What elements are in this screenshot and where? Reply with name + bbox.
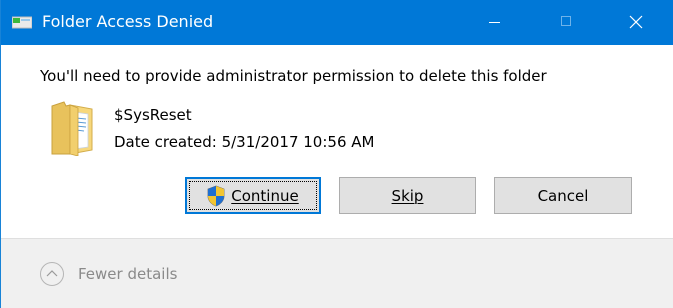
permission-message: You'll need to provide administrator per… <box>40 67 547 85</box>
minimize-button[interactable] <box>471 0 517 45</box>
continue-button[interactable]: Continue <box>185 177 321 214</box>
folder-access-denied-dialog: Folder Access Denied You'll need to prov… <box>0 0 673 308</box>
title-bar[interactable]: Folder Access Denied <box>1 0 673 45</box>
cancel-button[interactable]: Cancel <box>494 177 632 214</box>
folder-drive-icon <box>12 16 32 29</box>
minimize-icon <box>489 22 500 23</box>
dialog-content: You'll need to provide administrator per… <box>1 45 673 238</box>
window-title: Folder Access Denied <box>42 12 214 31</box>
close-icon <box>629 15 643 29</box>
cancel-button-label: Cancel <box>537 186 589 205</box>
folder-name: $SysReset <box>114 106 192 124</box>
folder-date-created: Date created: 5/31/2017 10:56 AM <box>114 133 375 151</box>
fewer-details-toggle[interactable]: Fewer details <box>40 261 177 287</box>
skip-button-label: Skip <box>391 186 424 205</box>
folder-icon <box>51 101 93 156</box>
close-button[interactable] <box>613 0 659 45</box>
skip-button[interactable]: Skip <box>339 177 476 214</box>
chevron-up-icon <box>40 262 64 286</box>
fewer-details-label: Fewer details <box>78 265 178 283</box>
maximize-icon <box>561 16 571 26</box>
uac-shield-icon <box>207 185 225 206</box>
maximize-button <box>543 0 589 45</box>
dialog-footer: Fewer details <box>1 238 673 308</box>
continue-button-label: Continue <box>231 186 299 205</box>
